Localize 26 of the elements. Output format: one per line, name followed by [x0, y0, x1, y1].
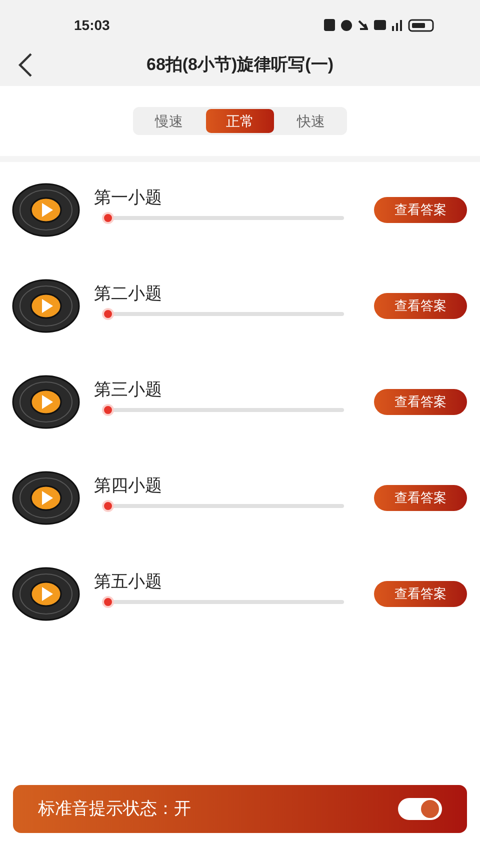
record-play-icon[interactable] — [12, 183, 80, 237]
question-title: 第五小题 — [94, 571, 163, 593]
view-answer-button[interactable]: 查看答案 — [374, 485, 467, 511]
footer-value: 开 — [174, 798, 191, 820]
view-answer-button[interactable]: 查看答案 — [374, 581, 467, 607]
speed-tab[interactable]: 正常 — [206, 109, 274, 133]
question-title: 第三小题 — [94, 379, 163, 401]
view-answer-button[interactable]: 查看答案 — [374, 389, 467, 415]
question-title: 第一小题 — [94, 187, 163, 209]
question-title: 第四小题 — [94, 475, 163, 497]
speed-tab[interactable]: 慢速 — [137, 109, 201, 133]
speed-tab[interactable]: 快速 — [279, 109, 343, 133]
footer-label: 标准音提示状态： — [38, 798, 174, 820]
record-play-icon[interactable] — [12, 567, 80, 621]
view-answer-button[interactable]: 查看答案 — [374, 293, 467, 319]
question-title: 第二小题 — [94, 283, 163, 305]
signal-icon — [392, 20, 402, 30]
status-time: 15:03 — [74, 16, 110, 34]
toggle-switch[interactable] — [398, 798, 442, 820]
back-icon[interactable] — [17, 52, 33, 78]
page-title: 68拍(8小节)旋律听写(一) — [145, 54, 334, 76]
view-answer-button[interactable]: 查看答案 — [374, 197, 467, 223]
record-play-icon[interactable] — [12, 471, 80, 525]
battery-icon — [408, 18, 434, 32]
record-play-icon[interactable] — [12, 279, 80, 333]
record-play-icon[interactable] — [12, 375, 80, 429]
